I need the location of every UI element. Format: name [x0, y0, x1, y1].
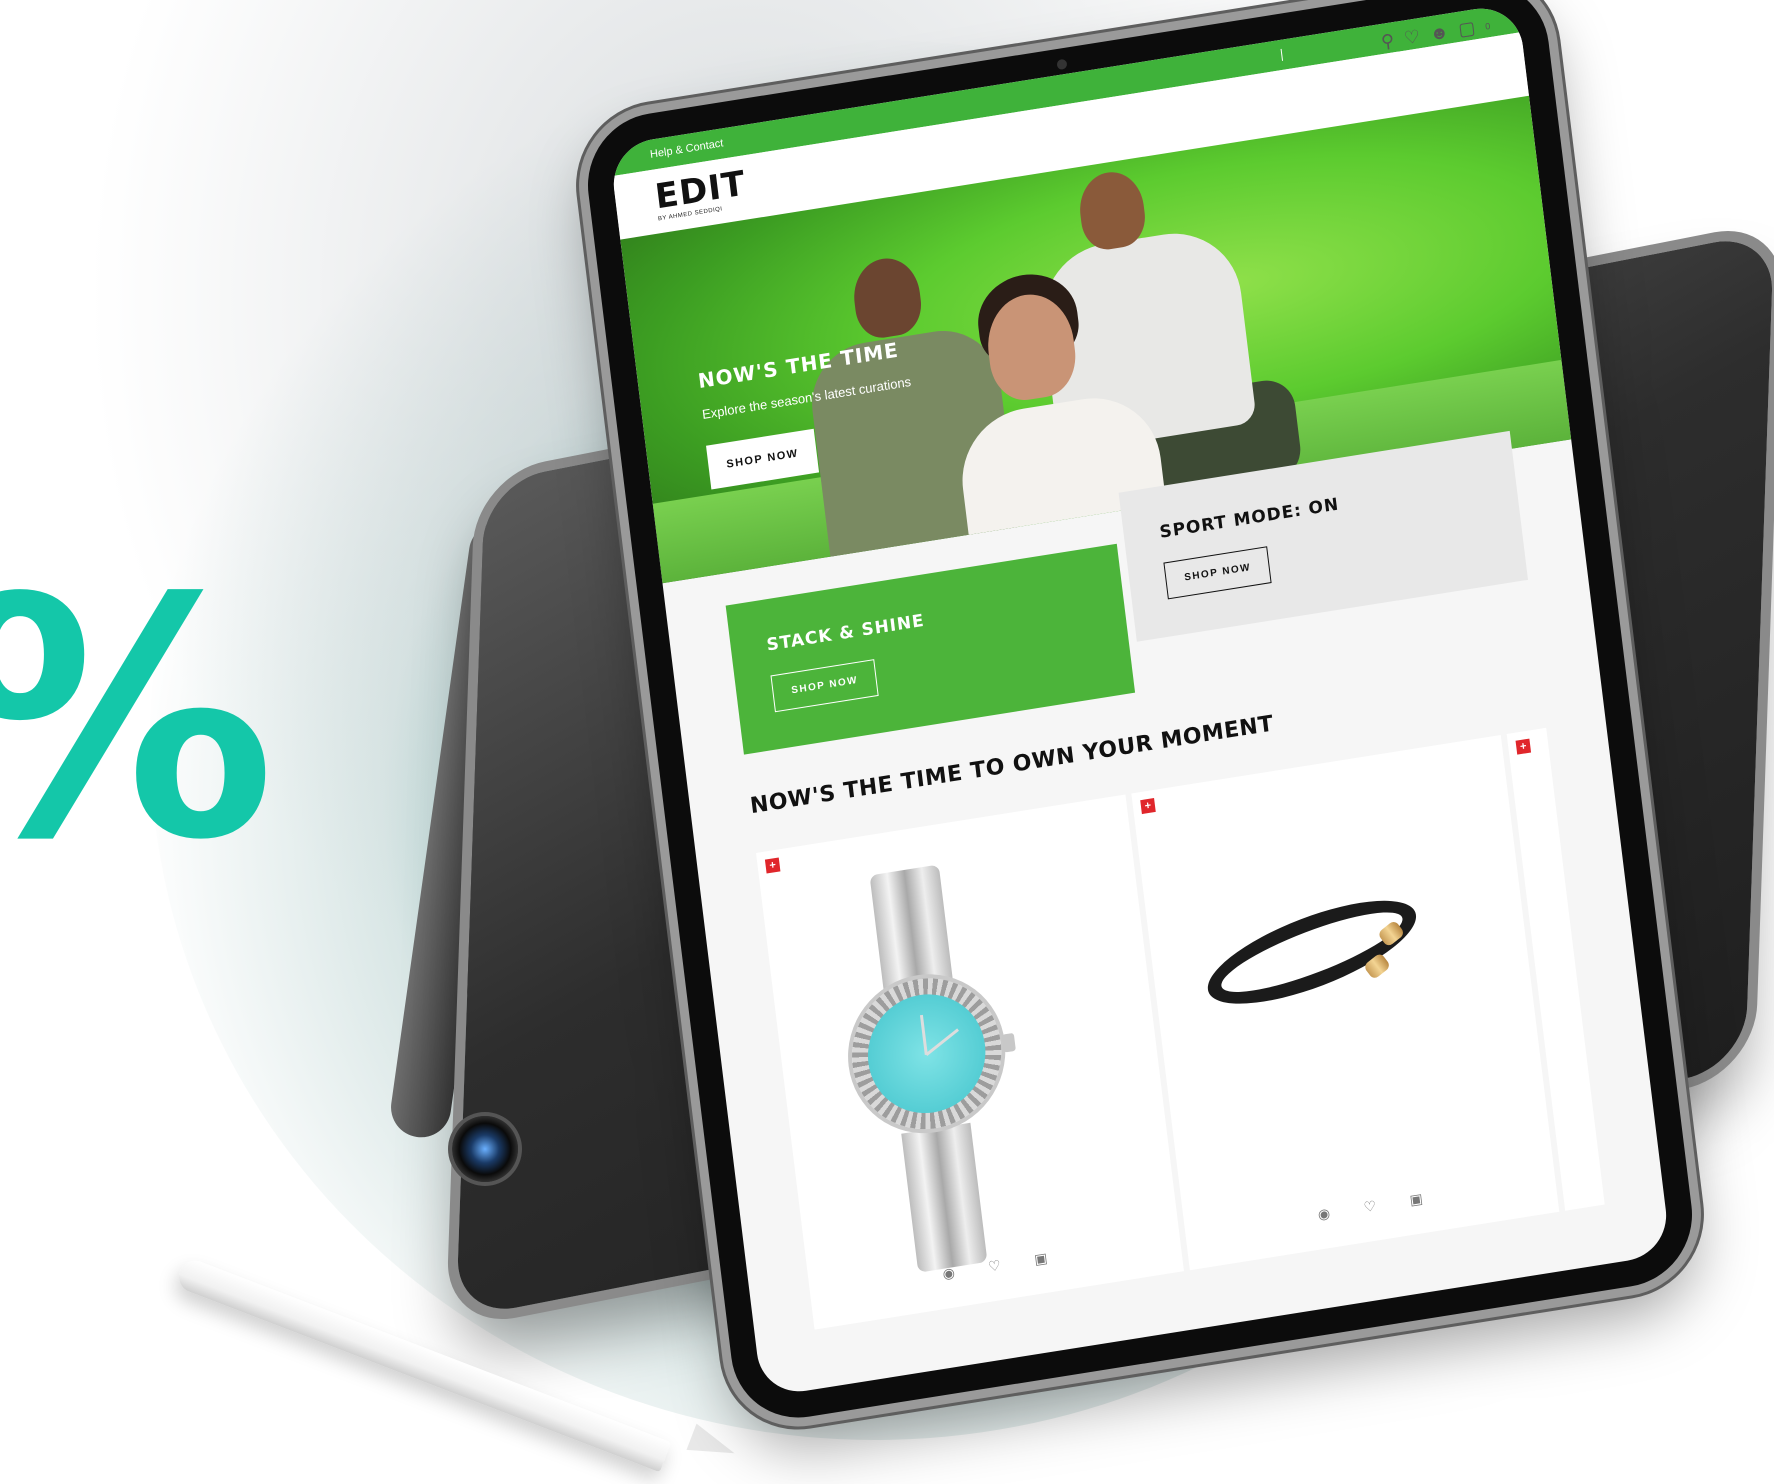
watch-strap-top — [869, 864, 954, 995]
product-card-bracelet[interactable]: + ◉ ♡ ▣ — [1131, 734, 1560, 1271]
percent-glyph: % — [0, 555, 276, 885]
heart-icon[interactable]: ♡ — [1403, 26, 1422, 49]
product-card-watch[interactable]: + ◉ ♡ ▣ — [756, 794, 1184, 1330]
promo-title: SPORT MODE: ON — [1158, 494, 1341, 543]
watch-dial — [861, 985, 993, 1122]
heart-icon[interactable]: ♡ — [987, 1257, 1001, 1276]
swiss-flag-icon: + — [1140, 798, 1156, 815]
watch-case — [843, 967, 1010, 1140]
product-actions: ◉ ♡ ▣ — [809, 1228, 1180, 1303]
bag-plus-icon[interactable]: ▣ — [1409, 1190, 1424, 1209]
product-actions: ◉ ♡ ▣ — [1185, 1169, 1556, 1244]
heart-icon[interactable]: ♡ — [1363, 1197, 1377, 1216]
rear-camera-icon — [452, 1116, 518, 1182]
watch-crown — [1001, 1032, 1016, 1053]
view-icon[interactable]: ◉ — [1317, 1205, 1331, 1224]
topbar-divider — [1280, 48, 1284, 61]
promo-shop-now-button[interactable]: SHOP NOW — [1163, 546, 1273, 600]
watch-strap-bottom — [901, 1122, 988, 1273]
search-icon[interactable]: ⚲ — [1380, 30, 1396, 53]
site-logo[interactable]: EDIT BY AHMED SEDDIQI — [653, 163, 748, 222]
hero-model-left-head — [849, 253, 925, 342]
front-tablet: Help & Contact EDIT BY AHMED SEDDIQI ⚲ ♡… — [579, 0, 1730, 1440]
swiss-flag-icon: + — [1515, 738, 1532, 755]
user-icon[interactable]: ☻ — [1429, 22, 1450, 46]
help-contact-link[interactable]: Help & Contact — [649, 137, 724, 160]
promo-shop-now-button[interactable]: SHOP NOW — [770, 659, 880, 713]
mockup-scene: % Help & Contact EDIT BY AHMED SEDDIQI — [0, 0, 1774, 1484]
tablet-body: Help & Contact EDIT BY AHMED SEDDIQI ⚲ ♡… — [579, 0, 1701, 1428]
bag-plus-icon[interactable]: ▣ — [1033, 1249, 1048, 1268]
view-icon[interactable]: ◉ — [942, 1264, 956, 1283]
bracelet-band — [1197, 879, 1427, 1025]
tablet-screen: Help & Contact EDIT BY AHMED SEDDIQI ⚲ ♡… — [608, 2, 1672, 1398]
swiss-flag-icon: + — [764, 857, 781, 874]
bag-icon[interactable]: ▢ — [1457, 17, 1476, 41]
promo-title: STACK & SHINE — [765, 610, 926, 656]
cart-count: 0 — [1484, 20, 1491, 32]
